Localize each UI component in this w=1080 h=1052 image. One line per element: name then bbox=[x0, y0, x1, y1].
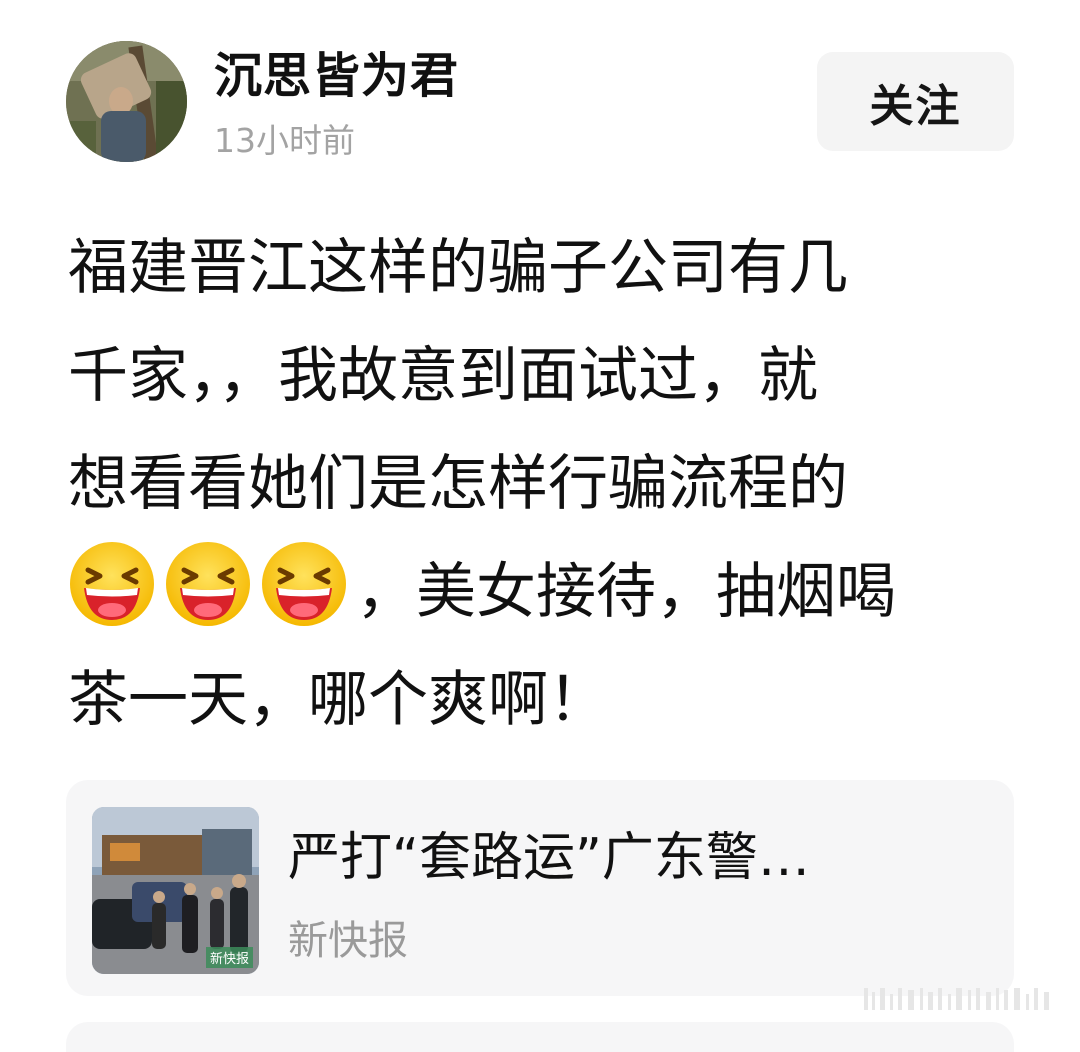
author-name[interactable]: 沉思皆为君 bbox=[214, 44, 459, 108]
thumbnail-watermark: 新快报 bbox=[205, 947, 253, 968]
post-text-line: 千家，，我故意到面试过，就 bbox=[68, 341, 818, 411]
post-text-line: 想看看她们是怎样行骗流程的 bbox=[68, 449, 848, 519]
article-title[interactable]: 严打“套路运”广东警… bbox=[288, 824, 978, 892]
post-text-line: 茶一天，哪个爽啊！ bbox=[68, 665, 608, 735]
post-header: 沉思皆为君 13小时前 关注 bbox=[0, 0, 1080, 200]
avatar[interactable] bbox=[66, 41, 187, 162]
post-content: 福建晋江这样的骗子公司有几 千家，，我故意到面试过，就 想看看她们是怎样行骗流程… bbox=[68, 214, 988, 754]
next-card-edge bbox=[66, 1022, 1014, 1052]
post-text-line-with-emoji: ，美女接待，抽烟喝 bbox=[68, 538, 988, 646]
laughing-face-icon bbox=[68, 540, 156, 628]
article-thumbnail[interactable]: 新快报 bbox=[92, 807, 259, 974]
post-time: 13小时前 bbox=[214, 121, 355, 160]
follow-button[interactable]: 关注 bbox=[817, 52, 1014, 151]
avatar-image bbox=[66, 41, 187, 162]
linked-article-card[interactable]: 新快报 严打“套路运”广东警… 新快报 bbox=[66, 780, 1014, 996]
laughing-face-icon bbox=[260, 540, 348, 628]
post-text-line: 福建晋江这样的骗子公司有几 bbox=[68, 233, 848, 303]
post-text-fragment: ，美女接待，抽烟喝 bbox=[356, 557, 896, 627]
laughing-face-icon bbox=[164, 540, 252, 628]
article-source: 新快报 bbox=[288, 918, 408, 964]
watermark-graphic bbox=[860, 984, 1060, 1014]
